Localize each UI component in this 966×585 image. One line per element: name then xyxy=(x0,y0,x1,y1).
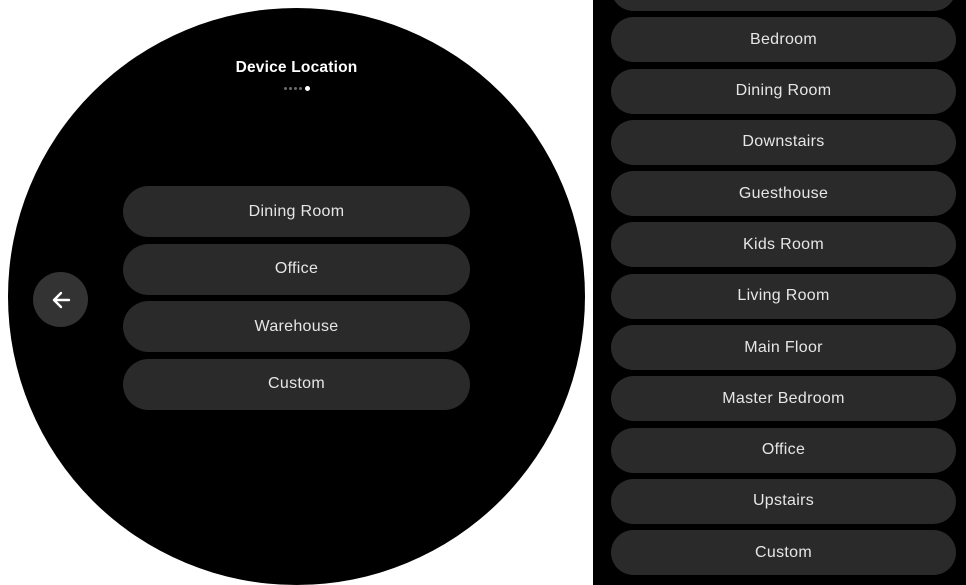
page-dot xyxy=(283,87,287,90)
option-dining-room-button[interactable]: Dining Room xyxy=(123,186,470,237)
list-item-living-room[interactable]: Living Room xyxy=(611,273,956,319)
page-indicator xyxy=(8,86,585,91)
list-item-master-bedroom[interactable]: Master Bedroom xyxy=(611,376,956,422)
back-button[interactable] xyxy=(33,272,88,327)
page-dot-active xyxy=(304,86,310,91)
location-options-list: Dining Room Office Warehouse Custom xyxy=(123,186,470,416)
option-office-button[interactable]: Office xyxy=(123,243,470,295)
location-list-panel: Bedroom Dining Room Downstairs Guesthous… xyxy=(593,0,966,585)
page-dot xyxy=(288,87,292,90)
list-item-kids-room[interactable]: Kids Room xyxy=(611,222,956,268)
list-item-office[interactable]: Office xyxy=(611,427,956,473)
page-dot xyxy=(293,87,297,90)
page-dot xyxy=(298,87,302,90)
full-location-list: Bedroom Dining Room Downstairs Guesthous… xyxy=(611,0,956,582)
list-item-custom[interactable]: Custom xyxy=(611,530,956,576)
option-warehouse-button[interactable]: Warehouse xyxy=(123,301,470,352)
list-item-partial[interactable] xyxy=(611,0,956,11)
list-item-downstairs[interactable]: Downstairs xyxy=(611,119,956,165)
arrow-left-icon xyxy=(52,291,70,308)
option-custom-button[interactable]: Custom xyxy=(123,358,470,410)
watch-screen: Device Location Dining Room Office Wareh… xyxy=(8,8,585,585)
page-title: Device Location xyxy=(235,59,358,76)
list-item-guesthouse[interactable]: Guesthouse xyxy=(611,171,956,217)
list-item-bedroom[interactable]: Bedroom xyxy=(611,17,956,63)
list-item-main-floor[interactable]: Main Floor xyxy=(611,325,956,371)
list-item-upstairs[interactable]: Upstairs xyxy=(611,478,956,524)
list-item-dining-room[interactable]: Dining Room xyxy=(611,68,956,114)
